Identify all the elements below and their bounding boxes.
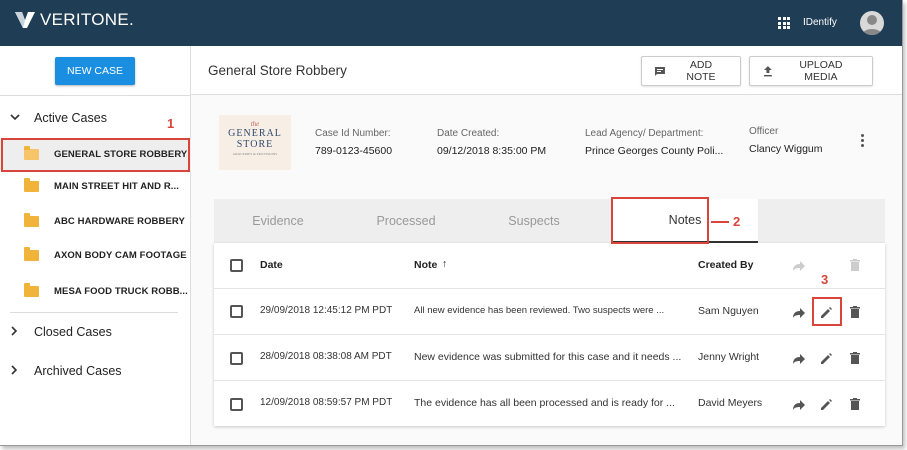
app-window: VERITONE. IDentify NEW CASE Active Cases…	[0, 0, 903, 446]
sidebar-divider	[0, 95, 191, 96]
row-date: 29/09/2018 12:45:12 PM PDT	[260, 305, 393, 316]
annotation-number-3: 3	[821, 272, 829, 287]
officer-label: Officer	[749, 126, 779, 137]
case-item-abc-hardware[interactable]: ABC HARDWARE ROBBERY	[0, 207, 191, 237]
case-header: General Store Robbery ADD NOTE UPLOAD ME…	[191, 46, 902, 95]
column-date[interactable]: Date	[260, 259, 283, 271]
case-label: ABC HARDWARE ROBBERY	[54, 216, 185, 227]
table-row[interactable]: 12/09/2018 08:59:57 PM PDT The evidence …	[214, 381, 885, 427]
chevron-down-icon	[10, 112, 20, 124]
share-icon[interactable]	[792, 352, 806, 366]
row-date: 28/09/2018 08:38:08 AM PDT	[260, 351, 392, 362]
annotation-number-2: 2	[733, 214, 741, 229]
case-logo-line3: STORE	[236, 139, 274, 150]
case-logo-line2: GENERAL	[228, 128, 282, 139]
delete-icon[interactable]	[848, 305, 862, 319]
tab-evidence[interactable]: Evidence	[214, 199, 342, 243]
logo-text: VERITONE.	[40, 10, 135, 29]
veritone-logo[interactable]: VERITONE.	[14, 10, 134, 30]
more-options-icon[interactable]	[861, 134, 865, 149]
table-header-row: Date Note ↑ Created By	[214, 243, 885, 289]
tab-suspects[interactable]: Suspects	[470, 199, 598, 243]
date-created-label: Date Created:	[437, 128, 500, 139]
page-title: General Store Robbery	[208, 63, 347, 78]
cases-divider	[10, 312, 178, 313]
annotation-number-1: 1	[167, 116, 175, 131]
case-id-label: Case Id Number:	[315, 128, 391, 139]
user-avatar-icon[interactable]	[860, 11, 884, 35]
folder-icon	[24, 283, 39, 297]
case-label: MAIN STREET HIT AND R...	[54, 181, 180, 192]
new-case-button[interactable]: NEW CASE	[55, 57, 135, 85]
case-item-mesa-food-truck[interactable]: MESA FOOD TRUCK ROBB...	[0, 277, 191, 307]
upload-media-label: UPLOAD MEDIA	[799, 59, 843, 83]
select-all-checkbox[interactable]	[230, 259, 243, 272]
folder-icon	[24, 213, 39, 227]
active-cases-toggle[interactable]: Active Cases	[10, 111, 107, 125]
archived-cases-label: Archived Cases	[34, 364, 122, 378]
case-tabs: Evidence Processed Suspects Notes	[214, 199, 885, 243]
share-icon[interactable]	[792, 398, 806, 412]
upload-media-button[interactable]: UPLOAD MEDIA	[749, 56, 873, 86]
row-date: 12/09/2018 08:59:57 PM PDT	[260, 397, 393, 408]
case-logo-line1: the	[250, 120, 260, 128]
case-id-value: 789-0123-45600	[315, 145, 393, 157]
row-note: New evidence was submitted for this case…	[414, 351, 682, 363]
share-icon	[793, 261, 805, 271]
case-item-axon-body-cam[interactable]: AXON BODY CAM FOOTAGE	[0, 241, 191, 271]
active-cases-label: Active Cases	[34, 111, 107, 125]
case-label: MESA FOOD TRUCK ROBB...	[54, 286, 188, 297]
row-checkbox[interactable]	[230, 305, 243, 318]
annotation-box-1	[1, 138, 190, 172]
annotation-line-2	[711, 221, 729, 223]
case-item-main-street[interactable]: MAIN STREET HIT AND R...	[0, 172, 191, 202]
annotation-box-2	[611, 197, 709, 244]
case-label: AXON BODY CAM FOOTAGE	[54, 250, 187, 261]
officer-value: Clancy Wiggum	[749, 143, 823, 155]
archived-cases-toggle[interactable]: Archived Cases	[10, 364, 122, 378]
annotation-box-3	[812, 297, 842, 326]
column-created-by[interactable]: Created By	[698, 259, 753, 271]
folder-icon	[24, 247, 39, 261]
sidebar: NEW CASE Active Cases GENERAL STORE ROBB…	[0, 46, 191, 445]
row-created-by: Jenny Wright	[698, 351, 760, 363]
row-note: The evidence has all been processed and …	[414, 397, 675, 409]
delete-icon[interactable]	[848, 397, 862, 411]
closed-cases-label: Closed Cases	[34, 325, 112, 339]
chevron-right-icon	[10, 325, 20, 339]
top-bar: VERITONE. IDentify	[0, 0, 902, 46]
chevron-right-icon	[10, 364, 20, 378]
edit-icon[interactable]	[819, 352, 833, 366]
row-created-by: David Meyers	[698, 397, 763, 409]
tab-processed[interactable]: Processed	[342, 199, 470, 243]
column-note[interactable]: Note	[414, 259, 437, 271]
apps-grid-icon[interactable]	[778, 17, 790, 29]
delete-icon[interactable]	[848, 351, 862, 365]
case-logo: the GENERAL STORE GROCERIES & PROVISIONS	[219, 115, 291, 170]
case-logo-line4: GROCERIES & PROVISIONS	[232, 152, 278, 156]
delete-icon	[850, 259, 860, 271]
upload-icon	[763, 66, 772, 77]
folder-icon	[24, 178, 39, 192]
row-note: All new evidence has been reviewed. Two …	[414, 305, 665, 316]
add-note-button[interactable]: ADD NOTE	[641, 56, 741, 86]
add-note-label: ADD NOTE	[686, 59, 716, 83]
table-row[interactable]: 28/09/2018 08:38:08 AM PDT New evidence …	[214, 335, 885, 381]
lead-agency-label: Lead Agency/ Department:	[585, 128, 704, 139]
sort-ascending-icon[interactable]: ↑	[442, 258, 447, 270]
lead-agency-value: Prince Georges County Poli...	[585, 145, 724, 157]
app-name[interactable]: IDentify	[803, 17, 837, 28]
row-checkbox[interactable]	[230, 398, 243, 411]
date-created-value: 09/12/2018 8:35:00 PM	[437, 145, 547, 157]
edit-icon[interactable]	[819, 398, 833, 412]
row-checkbox[interactable]	[230, 352, 243, 365]
note-icon	[654, 66, 665, 76]
veritone-mark-icon	[15, 12, 35, 28]
row-created-by: Sam Nguyen	[698, 305, 759, 317]
notes-table: Date Note ↑ Created By 29/09/2018 12:45:…	[214, 243, 885, 426]
share-icon[interactable]	[792, 306, 806, 320]
table-row[interactable]: 29/09/2018 12:45:12 PM PDT All new evide…	[214, 289, 885, 335]
closed-cases-toggle[interactable]: Closed Cases	[10, 325, 112, 339]
